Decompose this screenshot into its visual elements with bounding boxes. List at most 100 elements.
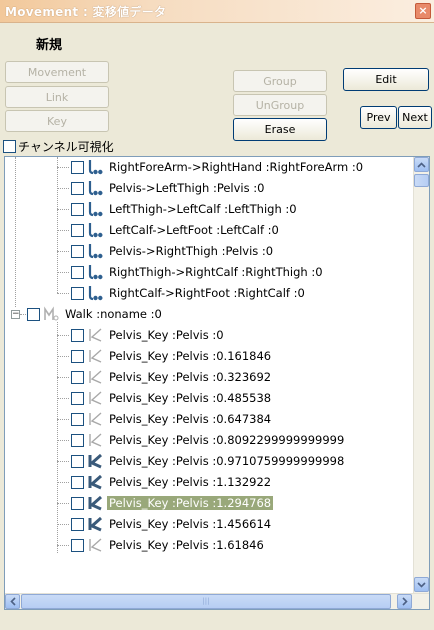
scroll-right-button[interactable] (397, 594, 412, 609)
key-item[interactable]: Pelvis_Key :Pelvis :0 (5, 326, 429, 344)
tree-guide-line (57, 157, 58, 293)
link-icon (88, 244, 103, 259)
horizontal-scrollbar[interactable]: ||| (5, 593, 429, 609)
key-icon (89, 538, 102, 552)
key-item[interactable]: Pelvis_Key :Pelvis :0.647384 (5, 410, 429, 428)
edit-button[interactable]: Edit (343, 68, 429, 91)
row-checkbox[interactable] (71, 202, 84, 216)
key-icon (88, 495, 102, 511)
row-checkbox[interactable] (71, 244, 84, 258)
link-icon (88, 160, 103, 175)
key-item[interactable]: Pelvis_Key :Pelvis :0.8092299999999999 (5, 431, 429, 449)
row-checkbox[interactable] (71, 391, 84, 405)
erase-button[interactable]: Erase (233, 118, 327, 141)
key-item[interactable]: Pelvis_Key :Pelvis :1.456614 (5, 515, 429, 533)
vertical-scroll-thumb[interactable] (414, 174, 429, 187)
row-label: Pelvis_Key :Pelvis :0.647384 (109, 412, 272, 426)
ungroup-button[interactable]: UnGroup (233, 94, 327, 116)
channel-visualize-checkbox[interactable] (3, 140, 16, 153)
tree-guide-line (57, 322, 58, 553)
group-button[interactable]: Group (233, 70, 327, 92)
link-icon (88, 223, 103, 238)
row-checkbox[interactable] (71, 433, 84, 447)
key-icon (89, 328, 102, 342)
row-checkbox[interactable] (71, 160, 84, 174)
key-icon (89, 349, 102, 363)
row-label: Walk :noname :0 (65, 307, 162, 321)
row-label: RightForeArm->RightHand :RightForeArm :0 (109, 160, 364, 174)
row-label: Pelvis_Key :Pelvis :0 (109, 328, 224, 342)
link-item[interactable]: Pelvis->RightThigh :Pelvis :0 (5, 242, 429, 260)
row-checkbox[interactable] (71, 517, 84, 531)
close-button[interactable]: × (415, 3, 431, 19)
row-checkbox[interactable] (27, 307, 40, 321)
key-item[interactable]: Pelvis_Key :Pelvis :0.323692 (5, 368, 429, 386)
row-checkbox[interactable] (71, 538, 84, 552)
movement-item[interactable]: Walk :noname :0 (5, 305, 429, 323)
key-item[interactable]: Pelvis_Key :Pelvis :0.9710759999999998 (5, 452, 429, 470)
horizontal-scroll-thumb[interactable]: ||| (21, 594, 391, 609)
key-icon (88, 516, 102, 532)
key-item[interactable]: Pelvis_Key :Pelvis :1.294768 (5, 494, 429, 512)
prev-button[interactable]: Prev (360, 106, 397, 129)
row-checkbox[interactable] (71, 370, 84, 384)
link-icon (88, 286, 103, 301)
link-icon (88, 265, 103, 280)
key-item[interactable]: Pelvis_Key :Pelvis :0.485538 (5, 389, 429, 407)
key-icon (88, 474, 102, 490)
key-icon (89, 391, 102, 405)
movement-window: Movement : 変移値データ × 新規 Movement Link Key… (0, 0, 434, 630)
scroll-down-button[interactable] (414, 577, 429, 592)
key-icon (89, 370, 102, 384)
row-label: Pelvis_Key :Pelvis :1.132922 (109, 475, 272, 489)
row-checkbox[interactable] (71, 496, 84, 510)
key-item[interactable]: Pelvis_Key :Pelvis :1.61846 (5, 536, 429, 554)
channel-visualize-toggle[interactable]: チャンネル可視化 (3, 138, 114, 155)
row-label: Pelvis_Key :Pelvis :0.161846 (109, 349, 272, 363)
chevron-down-icon (417, 581, 426, 588)
row-label: Pelvis_Key :Pelvis :0.485538 (109, 391, 272, 405)
key-item[interactable]: Pelvis_Key :Pelvis :0.161846 (5, 347, 429, 365)
chevron-up-icon (417, 161, 426, 168)
row-label: LeftThigh->LeftCalf :LeftThigh :0 (109, 202, 297, 216)
movement-tree[interactable]: RightForeArm->RightHand :RightForeArm :0… (4, 156, 430, 610)
link-icon (88, 202, 103, 217)
title-bar[interactable]: Movement : 変移値データ × (0, 0, 434, 23)
row-label: RightCalf->RightFoot :RightCalf :0 (109, 286, 305, 300)
key-icon (89, 412, 102, 426)
link-button[interactable]: Link (5, 86, 109, 108)
link-item[interactable]: LeftCalf->LeftFoot :LeftCalf :0 (5, 221, 429, 239)
row-checkbox[interactable] (71, 349, 84, 363)
row-checkbox[interactable] (71, 454, 84, 468)
next-button[interactable]: Next (398, 106, 432, 129)
key-button[interactable]: Key (5, 110, 109, 132)
row-checkbox[interactable] (71, 328, 84, 342)
row-label: Pelvis->LeftThigh :Pelvis :0 (109, 181, 265, 195)
link-item[interactable]: RightForeArm->RightHand :RightForeArm :0 (5, 158, 429, 176)
row-checkbox[interactable] (71, 475, 84, 489)
window-title: Movement : 変移値データ (5, 5, 167, 19)
link-item[interactable]: LeftThigh->LeftCalf :LeftThigh :0 (5, 200, 429, 218)
row-label: Pelvis_Key :Pelvis :0.8092299999999999 (109, 433, 345, 447)
link-item[interactable]: RightThigh->RightCalf :RightThigh :0 (5, 263, 429, 281)
row-checkbox[interactable] (71, 286, 84, 300)
row-label: Pelvis_Key :Pelvis :0.323692 (109, 370, 272, 384)
movement-button[interactable]: Movement (5, 61, 109, 83)
link-item[interactable]: Pelvis->LeftThigh :Pelvis :0 (5, 179, 429, 197)
row-checkbox[interactable] (71, 412, 84, 426)
link-item[interactable]: RightCalf->RightFoot :RightCalf :0 (5, 284, 429, 302)
row-label: RightThigh->RightCalf :RightThigh :0 (109, 265, 323, 279)
vertical-scrollbar[interactable] (413, 157, 429, 593)
key-icon (89, 433, 102, 447)
row-label: Pelvis_Key :Pelvis :1.456614 (109, 517, 272, 531)
row-checkbox[interactable] (71, 223, 84, 237)
row-checkbox[interactable] (71, 265, 84, 279)
scroll-left-button[interactable] (5, 594, 20, 609)
key-icon (88, 453, 102, 469)
channel-visualize-label: チャンネル可視化 (18, 140, 114, 154)
chevron-left-icon (9, 597, 16, 606)
key-item[interactable]: Pelvis_Key :Pelvis :1.132922 (5, 473, 429, 491)
row-checkbox[interactable] (71, 181, 84, 195)
row-label: Pelvis_Key :Pelvis :1.61846 (109, 538, 264, 552)
scroll-up-button[interactable] (414, 157, 429, 172)
